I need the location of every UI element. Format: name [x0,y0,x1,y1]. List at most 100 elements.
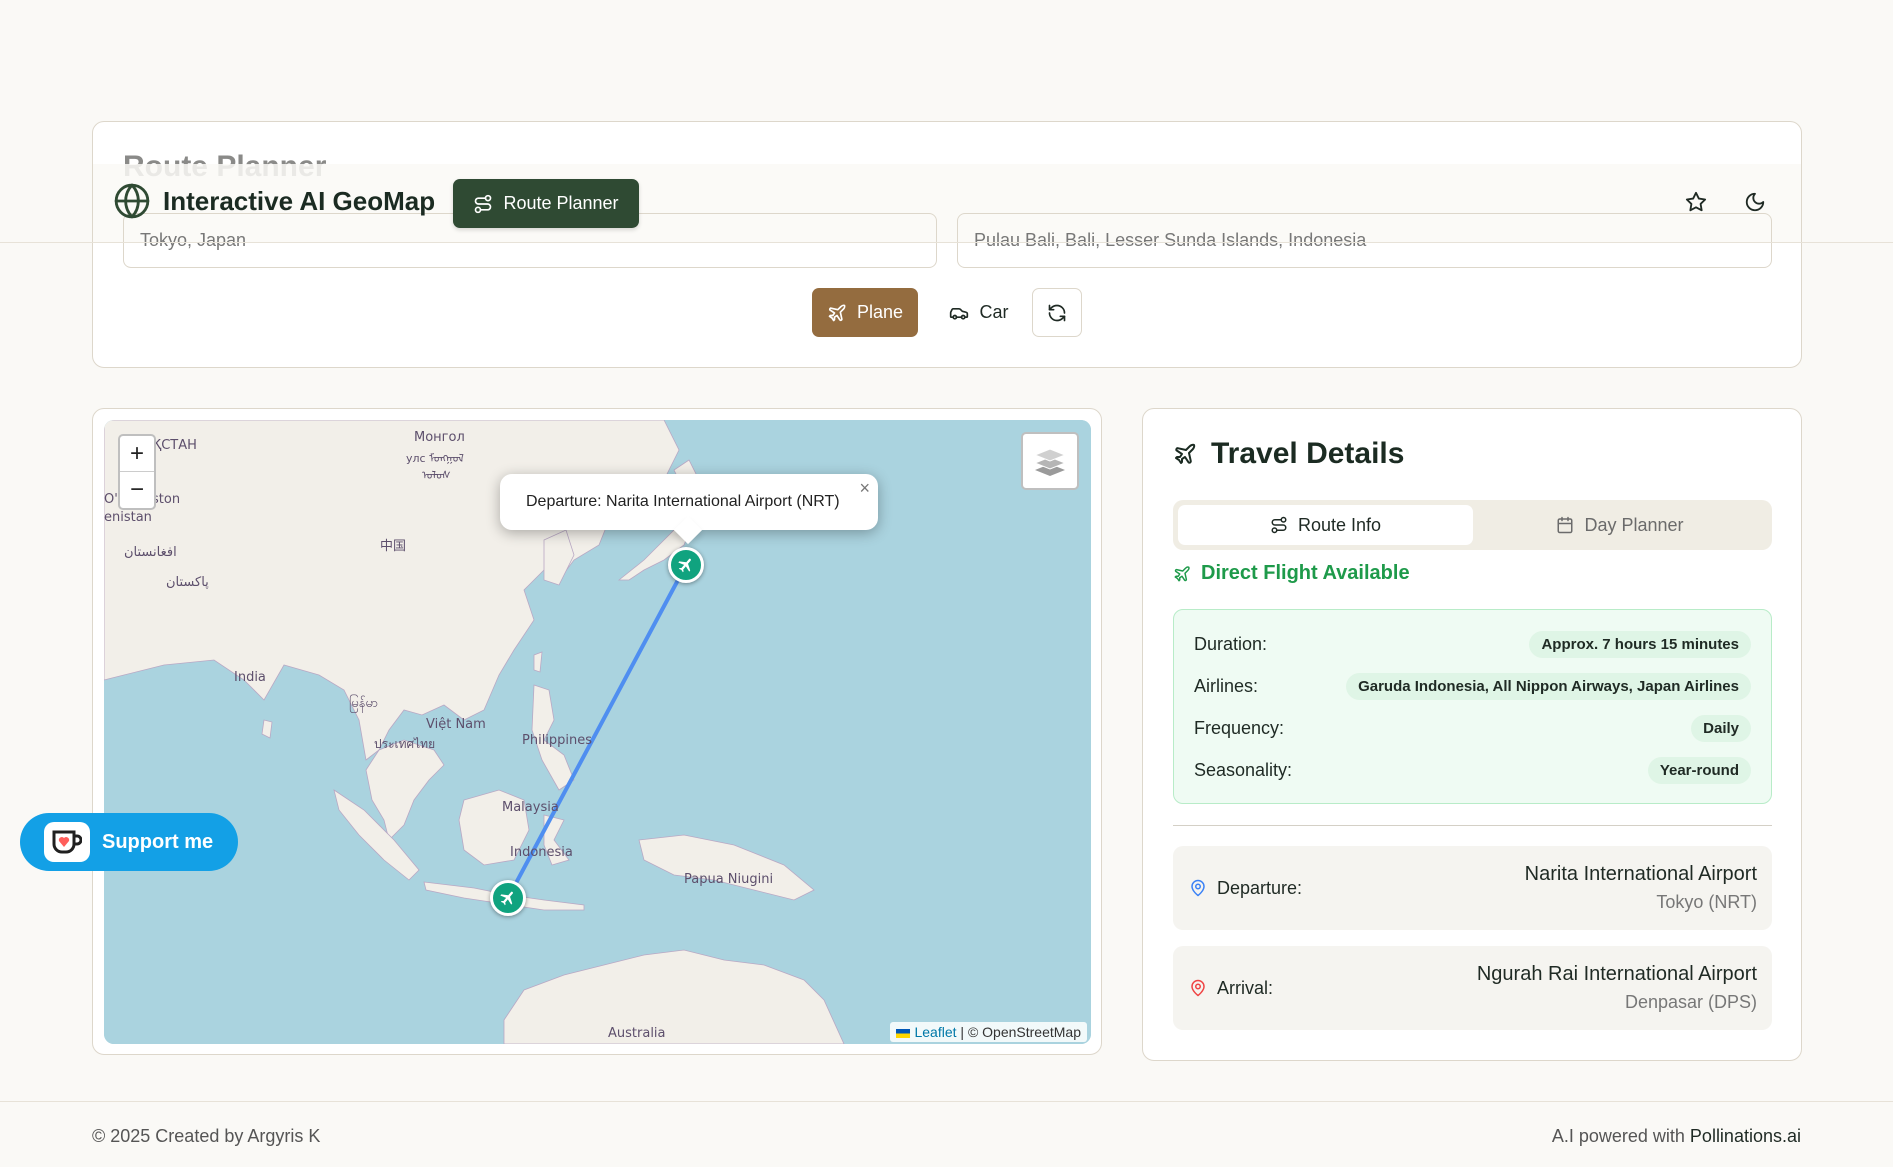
car-icon [950,307,969,320]
map-pin-icon [1191,879,1205,897]
nav-route-planner-label: Route Planner [503,193,619,213]
arrival-airport-card: Arrival: Ngurah Rai International Airpor… [1173,946,1772,1030]
route-icon [1271,516,1287,534]
plane-icon [500,891,513,906]
pollinations-link[interactable]: Pollinations.ai [1690,1126,1801,1146]
plane-mode-button[interactable]: Plane [812,288,918,337]
map-label-pakistan: پاکستان [166,575,209,590]
info-key: Airlines: [1194,675,1259,696]
footer-credit: © 2025 Created by Argyris K [92,1126,321,1146]
plane-icon [678,558,691,573]
map-label-mongolia: Монгол [414,430,465,445]
layers-button[interactable] [1021,432,1079,490]
car-mode-label: Car [979,302,1009,322]
details-tabs: Route Info Day Planner [1173,500,1772,550]
departure-label: Departure: [1217,877,1303,898]
info-value: Approx. 7 hours 15 minutes [1529,630,1751,658]
map-label-vietnam: Việt Nam [426,717,486,732]
info-key: Frequency: [1194,717,1285,738]
footer: © 2025 Created by Argyris K A.I powered … [0,1101,1893,1167]
info-value: Garuda Indonesia, All Nippon Airways, Ja… [1346,672,1751,700]
moon-icon [1745,192,1765,212]
map-view[interactable]: ҚСТАН Монгол улс ᠮᠣᠩᠭᠣᠯ ᠤᠯᠤᠰ O'zbekiston… [104,420,1091,1044]
arrival-airport-name: Ngurah Rai International Airport [1476,963,1757,985]
arrival-marker[interactable] [490,880,526,916]
info-row-airlines: Airlines: Garuda Indonesia, All Nippon A… [1194,671,1751,701]
departure-marker[interactable] [668,547,704,583]
tab-day-planner-label: Day Planner [1584,514,1684,535]
star-icon [1685,191,1707,212]
brand[interactable]: Interactive AI GeoMap [113,182,435,220]
map-pin-icon [1191,979,1205,997]
map-label-papua-new-guinea: Papua Niugini [684,872,774,887]
arrival-label: Arrival: [1217,977,1274,998]
arrival-airport-code: Denpasar (DPS) [1624,992,1757,1012]
flight-info-box: Duration: Approx. 7 hours 15 minutes Air… [1173,609,1772,804]
map-attribution: Leaflet | © OpenStreetMap [890,1022,1087,1042]
tab-day-planner[interactable]: Day Planner [1473,505,1767,545]
plane-mode-label: Plane [856,302,904,322]
theme-toggle-button[interactable] [1742,189,1768,215]
map-label-myanmar: မြန်မာ [349,696,379,711]
layers-icon [1033,448,1067,476]
departure-airport-name: Narita International Airport [1524,863,1757,885]
travel-details-heading: Travel Details [1173,437,1404,471]
refresh-icon [1048,304,1066,321]
ukraine-flag-icon [896,1028,911,1038]
departure-popup: Departure: Narita International Airport … [500,474,878,530]
footer-powered-by: A.I powered with Pollinations.ai [1552,1126,1801,1147]
swap-route-button[interactable] [1032,288,1082,337]
departure-airport-card: Departure: Narita International Airport … [1173,846,1772,930]
direct-flight-label: Direct Flight Available [1201,562,1410,584]
travel-details-title: Travel Details [1211,437,1405,470]
departure-airport-code: Tokyo (NRT) [1656,892,1757,912]
tab-route-info-label: Route Info [1297,514,1382,535]
departure-label-group: Departure: [1189,846,1302,930]
map-label-mongolia-script-2: ᠤᠯᠤᠰ [422,469,451,482]
plane-icon [828,304,846,321]
kofi-cup-icon [44,822,90,862]
favorites-button[interactable] [1683,189,1709,215]
footer-powered-prefix: A.I powered with [1551,1126,1685,1146]
map-card: ҚСТАН Монгол улс ᠮᠣᠩᠭᠣᠯ ᠤᠯᠤᠰ O'zbekiston… [92,408,1102,1055]
info-value: Year-round [1647,756,1751,784]
car-mode-button[interactable]: Car [926,288,1032,337]
popup-close-button[interactable]: × [859,478,870,499]
destination-input[interactable]: Pulau Bali, Bali, Lesser Sunda Islands, … [957,213,1772,268]
map-label-thailand: ประเทศไทย [374,737,436,751]
info-row-seasonality: Seasonality: Year-round [1194,755,1751,785]
info-key: Duration: [1194,633,1268,654]
zoom-in-button[interactable]: + [120,436,154,472]
plane-icon [1175,443,1196,464]
nav-route-planner-button[interactable]: Route Planner [453,179,639,228]
arrival-label-group: Arrival: [1189,946,1273,1030]
map-label-india: India [234,670,266,685]
zoom-out-button[interactable]: − [120,472,154,508]
info-value: Daily [1691,714,1751,742]
info-row-duration: Duration: Approx. 7 hours 15 minutes [1194,629,1751,659]
zoom-control: + − [118,434,156,510]
map-label-australia: Australia [608,1026,666,1041]
route-icon [475,194,492,213]
calendar-icon [1557,516,1573,534]
attribution-text: | © OpenStreetMap [960,1024,1081,1040]
map-label-kazakhstan: ҚСТАН [152,438,197,453]
plane-icon [1174,565,1190,581]
map-label-indonesia: Indonesia [510,845,573,860]
brand-title: Interactive AI GeoMap [163,185,436,216]
support-me-label: Support me [102,830,214,853]
map-label-turkmenistan: enistan [104,510,152,525]
map-label-afghanistan: افغانستان [124,545,177,560]
globe-icon [114,183,150,219]
info-row-frequency: Frequency: Daily [1194,713,1751,743]
leaflet-link[interactable]: Leaflet [914,1024,956,1040]
popup-text: Departure: Narita International Airport … [526,493,840,510]
details-divider [1173,825,1772,826]
map-label-philippines: Philippines [522,733,593,748]
support-me-button[interactable]: Support me [20,813,238,871]
map-label-china: 中国 [380,539,407,554]
direct-flight-status: Direct Flight Available [1173,562,1410,585]
map-label-malaysia: Malaysia [502,800,559,815]
route-planner-card: Route Planner Tokyo, Japan Pulau Bali, B… [92,121,1802,368]
tab-route-info[interactable]: Route Info [1178,505,1473,545]
